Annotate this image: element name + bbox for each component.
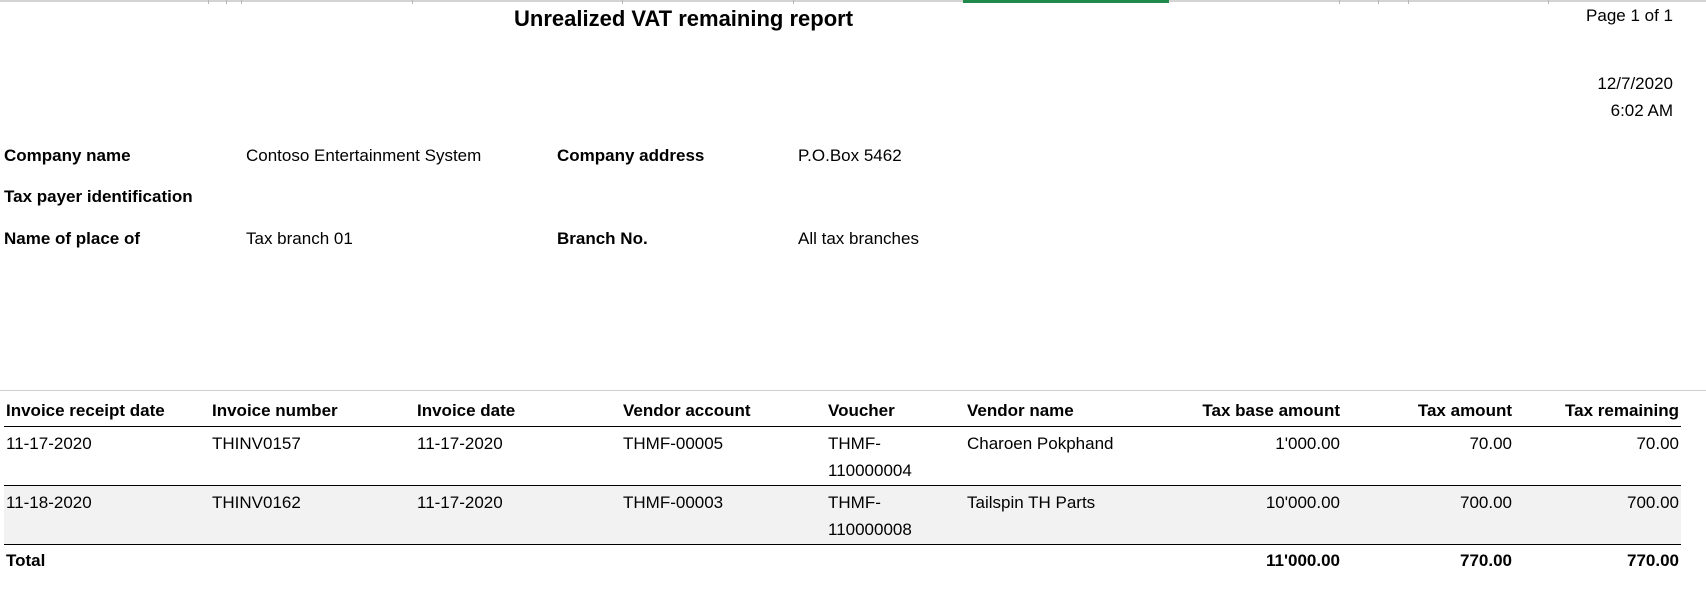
total-tax-amount: 770.00 bbox=[1460, 551, 1512, 570]
company-name-value: Contoso Entertainment System bbox=[246, 146, 482, 165]
cell-invoice-number: THINV0157 bbox=[210, 426, 415, 486]
report-date: 12/7/2020 bbox=[1597, 74, 1673, 93]
cell-invoice-receipt-date: 11-18-2020 bbox=[4, 485, 210, 545]
ruler-tick bbox=[1548, 0, 1549, 4]
report-time: 6:02 AM bbox=[1610, 101, 1673, 120]
company-address-value: P.O.Box 5462 bbox=[798, 146, 902, 165]
total-row: Total 11'000.00 770.00 770.00 bbox=[4, 545, 1681, 576]
vat-table: Invoice receipt date Invoice number Invo… bbox=[4, 398, 1681, 575]
cell-vendor-account: THMF-00003 bbox=[621, 485, 826, 545]
place-name-label: Name of place of bbox=[4, 229, 141, 248]
col-header-invoice-date: Invoice date bbox=[415, 398, 621, 427]
selection-indicator bbox=[963, 0, 1169, 3]
ruler-tick bbox=[412, 0, 413, 4]
cell-vendor-name: Charoen Pokphand bbox=[965, 426, 1174, 486]
branch-no-value: All tax branches bbox=[798, 229, 919, 248]
ruler-tick bbox=[793, 0, 794, 4]
branch-no-label: Branch No. bbox=[557, 229, 648, 248]
cell-tax-base-amount: 1'000.00 bbox=[1174, 426, 1342, 486]
total-tax-base-amount: 11'000.00 bbox=[1265, 551, 1340, 570]
ruler-tick bbox=[208, 0, 209, 4]
place-name-value: Tax branch 01 bbox=[246, 229, 353, 248]
cell-tax-base-amount: 10'000.00 bbox=[1174, 485, 1342, 545]
table-header-row: Invoice receipt date Invoice number Invo… bbox=[4, 398, 1681, 427]
col-header-vendor-account: Vendor account bbox=[621, 398, 826, 427]
cell-tax-amount: 700.00 bbox=[1342, 485, 1514, 545]
report-title: Unrealized VAT remaining report bbox=[514, 6, 854, 31]
col-header-invoice-receipt-date: Invoice receipt date bbox=[4, 398, 210, 427]
empty-cell bbox=[621, 545, 826, 576]
empty-cell bbox=[415, 545, 621, 576]
ruler-tick bbox=[1378, 0, 1379, 4]
cell-invoice-date: 11-17-2020 bbox=[415, 485, 621, 545]
ruler-tick bbox=[226, 0, 227, 4]
ruler-tick bbox=[241, 0, 242, 4]
ruler-tick bbox=[1408, 0, 1409, 4]
cell-vendor-account: THMF-00005 bbox=[621, 426, 826, 486]
total-tax-remaining: 770.00 bbox=[1627, 551, 1679, 570]
tax-payer-id-label: Tax payer identification bbox=[4, 187, 193, 206]
cell-invoice-receipt-date: 11-17-2020 bbox=[4, 426, 210, 486]
cell-tax-remaining: 700.00 bbox=[1514, 485, 1681, 545]
col-header-vendor-name: Vendor name bbox=[965, 398, 1174, 427]
col-header-invoice-number: Invoice number bbox=[210, 398, 415, 427]
cell-voucher: THMF-110000008 bbox=[826, 485, 965, 545]
ruler-tick bbox=[622, 0, 623, 4]
cell-invoice-number: THINV0162 bbox=[210, 485, 415, 545]
cell-invoice-date: 11-17-2020 bbox=[415, 426, 621, 486]
cell-tax-remaining: 70.00 bbox=[1514, 426, 1681, 486]
page-number: Page 1 of 1 bbox=[1586, 6, 1673, 25]
table-row: 11-17-2020 THINV0157 11-17-2020 THMF-000… bbox=[4, 426, 1681, 486]
col-header-tax-amount: Tax amount bbox=[1342, 398, 1514, 427]
section-separator bbox=[0, 390, 1706, 391]
col-header-tax-base-amount: Tax base amount bbox=[1174, 398, 1342, 427]
empty-cell bbox=[210, 545, 415, 576]
col-header-tax-remaining: Tax remaining bbox=[1514, 398, 1681, 427]
empty-cell bbox=[965, 545, 1174, 576]
top-ruler bbox=[0, 0, 1706, 2]
company-address-label: Company address bbox=[557, 146, 705, 165]
empty-cell bbox=[826, 545, 965, 576]
total-label: Total bbox=[6, 551, 46, 570]
company-name-label: Company name bbox=[4, 146, 131, 165]
cell-vendor-name: Tailspin TH Parts bbox=[965, 485, 1174, 545]
cell-voucher: THMF-110000004 bbox=[826, 426, 965, 486]
table-row: 11-18-2020 THINV0162 11-17-2020 THMF-000… bbox=[4, 485, 1681, 545]
col-header-voucher: Voucher bbox=[826, 398, 965, 427]
ruler-tick bbox=[1339, 0, 1340, 4]
cell-tax-amount: 70.00 bbox=[1342, 426, 1514, 486]
